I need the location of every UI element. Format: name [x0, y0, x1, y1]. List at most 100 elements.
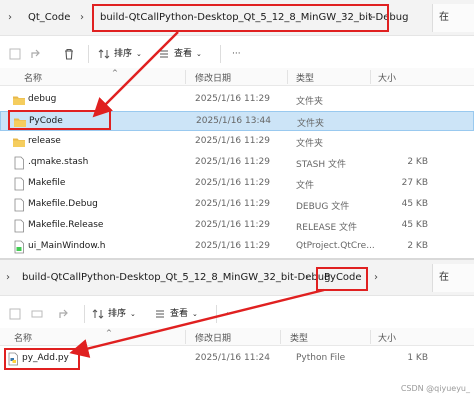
chevron-right-icon: ›: [8, 12, 12, 23]
folder-icon: [13, 96, 25, 105]
file-size: 45 KB: [401, 220, 428, 230]
sort-icon: [98, 49, 110, 59]
column-size[interactable]: 大小: [378, 71, 396, 84]
file-icon: [14, 198, 24, 212]
chevron-down-icon: ⌄: [130, 310, 136, 318]
more-options-icon[interactable]: ···: [226, 305, 235, 323]
chevron-down-icon: ⌄: [192, 310, 198, 318]
view-button[interactable]: 查看 ⌄: [158, 45, 202, 63]
column-type[interactable]: 类型: [290, 331, 308, 344]
file-date: 2025/1/16 11:29: [195, 199, 270, 209]
file-size: 45 KB: [401, 199, 428, 209]
column-type[interactable]: 类型: [296, 71, 314, 84]
share-icon[interactable]: [56, 305, 74, 323]
breadcrumb-build-folder[interactable]: build-QtCallPython-Desktop_Qt_5_12_8_Min…: [22, 269, 330, 287]
file-size: 1 KB: [407, 353, 428, 363]
view-button[interactable]: 查看 ⌄: [154, 305, 198, 323]
chevron-right-icon: ›: [374, 272, 378, 283]
breadcrumb-qt-code[interactable]: Qt_Code: [28, 9, 70, 27]
folder-icon: [13, 138, 25, 147]
chevron-down-icon: ⌄: [136, 50, 142, 58]
file-name: release: [28, 136, 61, 146]
file-icon: [14, 177, 24, 191]
file-name: Makefile.Release: [28, 220, 104, 230]
search-box[interactable]: 在: [432, 4, 474, 32]
file-type: 文件夹: [296, 139, 324, 149]
column-header-row: 名称 ^ 修改日期 类型 大小: [0, 328, 474, 346]
chevron-down-icon: ⌄: [196, 50, 202, 58]
sort-button[interactable]: 排序 ⌄: [92, 305, 136, 323]
watermark: CSDN @qiyueyu_: [400, 384, 470, 393]
view-label: 查看: [174, 49, 193, 59]
file-icon: [14, 219, 24, 233]
delete-icon[interactable]: [60, 45, 78, 63]
address-bar[interactable]: › build-QtCallPython-Desktop_Qt_5_12_8_M…: [0, 260, 474, 296]
highlight-box: [4, 348, 80, 370]
file-type: 文件: [296, 181, 315, 191]
file-type: DEBUG 文件: [296, 202, 350, 212]
sort-button[interactable]: 排序 ⌄: [98, 45, 142, 63]
file-date: 2025/1/16 11:29: [195, 94, 270, 104]
column-header-row: 名称 ^ 修改日期 类型 大小: [0, 68, 474, 86]
file-date: 2025/1/16 11:29: [195, 220, 270, 230]
file-date: 2025/1/16 11:29: [195, 157, 270, 167]
toolbar: 排序 ⌄ 查看 ⌄ ···: [0, 298, 474, 330]
new-item-icon[interactable]: [6, 305, 24, 323]
search-box[interactable]: 在: [432, 264, 474, 292]
file-name: debug: [28, 94, 57, 104]
file-date: 2025/1/16 13:44: [196, 116, 271, 126]
chevron-right-icon: ›: [80, 12, 84, 23]
file-date: 2025/1/16 11:29: [195, 241, 270, 251]
highlight-box: [92, 4, 389, 32]
file-name: ui_MainWindow.h: [28, 241, 106, 251]
explorer-window-top: › Qt_Code › build-QtCallPython-Desktop_Q…: [0, 0, 474, 258]
file-name: .qmake.stash: [28, 157, 89, 167]
chevron-right-icon: ›: [305, 272, 309, 283]
file-icon: [14, 156, 24, 170]
file-name: Makefile.Debug: [28, 199, 98, 209]
more-options-icon[interactable]: ···: [232, 45, 241, 63]
sort-label: 排序: [114, 49, 133, 59]
file-type: 文件夹: [296, 97, 324, 107]
file-size: 2 KB: [407, 157, 428, 167]
header-file-icon: [14, 240, 24, 254]
file-size: 27 KB: [401, 178, 428, 188]
file-name: Makefile: [28, 178, 66, 188]
rename-icon[interactable]: [28, 305, 46, 323]
highlight-box: [8, 110, 111, 130]
file-date: 2025/1/16 11:29: [195, 178, 270, 188]
file-size: 2 KB: [407, 241, 428, 251]
column-name[interactable]: 名称: [14, 331, 32, 344]
highlight-box: [316, 267, 368, 291]
view-icon: [160, 50, 168, 58]
new-item-icon[interactable]: [6, 45, 24, 63]
chevron-right-icon: ›: [6, 272, 10, 283]
file-row[interactable]: .qmake.stash 2025/1/16 11:29 STASH 文件 2 KB: [0, 153, 474, 173]
file-type: Python File: [296, 353, 346, 363]
file-type: 文件夹: [297, 119, 325, 129]
view-icon: [156, 310, 164, 318]
sort-caret-icon: ^: [112, 69, 118, 77]
column-date[interactable]: 修改日期: [195, 71, 231, 84]
file-row[interactable]: ui_MainWindow.h 2025/1/16 11:29 QtProject.…: [0, 237, 474, 257]
sort-icon: [92, 309, 104, 319]
column-date[interactable]: 修改日期: [195, 331, 231, 344]
file-row[interactable]: Makefile 2025/1/16 11:29 文件 27 KB: [0, 174, 474, 194]
sort-label: 排序: [108, 309, 127, 319]
file-row[interactable]: release 2025/1/16 11:29 文件夹: [0, 132, 474, 152]
file-type: QtProject.QtCre...: [296, 241, 375, 251]
file-row[interactable]: debug 2025/1/16 11:29 文件夹: [0, 90, 474, 110]
column-name[interactable]: 名称: [24, 71, 42, 84]
share-icon[interactable]: [28, 45, 46, 63]
file-type: RELEASE 文件: [296, 223, 358, 233]
file-row[interactable]: Makefile.Debug 2025/1/16 11:29 DEBUG 文件 45 …: [0, 195, 474, 215]
view-label: 查看: [170, 309, 189, 319]
file-date: 2025/1/16 11:29: [195, 136, 270, 146]
explorer-window-bottom: › build-QtCallPython-Desktop_Qt_5_12_8_M…: [0, 260, 474, 395]
sort-caret-icon: ^: [106, 329, 112, 337]
file-row[interactable]: Makefile.Release 2025/1/16 11:29 RELEASE 文…: [0, 216, 474, 236]
toolbar: 排序 ⌄ 查看 ⌄ ···: [0, 38, 474, 70]
file-date: 2025/1/16 11:24: [195, 353, 270, 363]
column-size[interactable]: 大小: [378, 331, 396, 344]
file-type: STASH 文件: [296, 160, 347, 170]
